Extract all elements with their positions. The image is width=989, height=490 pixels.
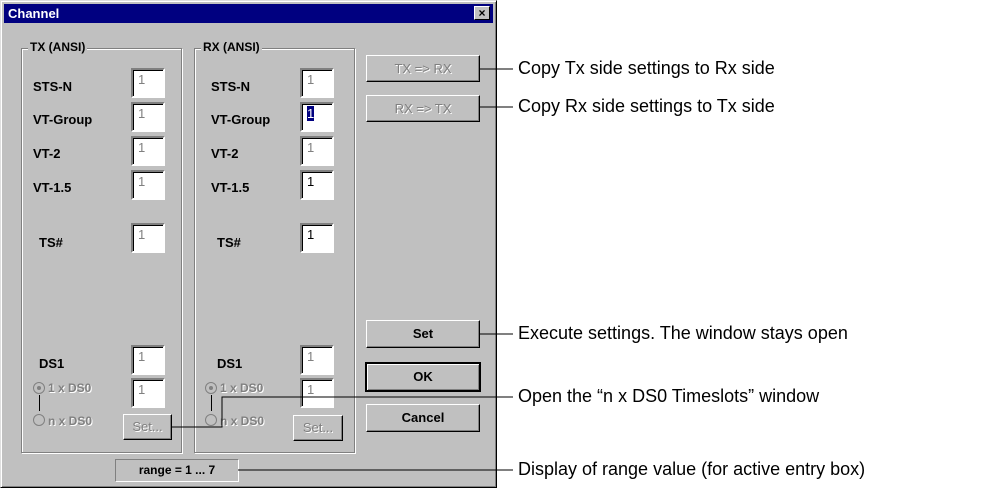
callout-execute: Execute settings. The window stays open (518, 323, 848, 343)
callout-copy-tx: Copy Tx side settings to Rx side (518, 58, 775, 78)
callout-lines (171, 68, 513, 471)
callout-line-open-ds0 (171, 396, 513, 428)
callout-range-display: Display of range value (for active entry… (518, 459, 866, 479)
callout-open-ds0: Open the “n x DS0 Timeslots” window (518, 386, 820, 406)
callout-copy-rx: Copy Rx side settings to Tx side (518, 96, 775, 116)
